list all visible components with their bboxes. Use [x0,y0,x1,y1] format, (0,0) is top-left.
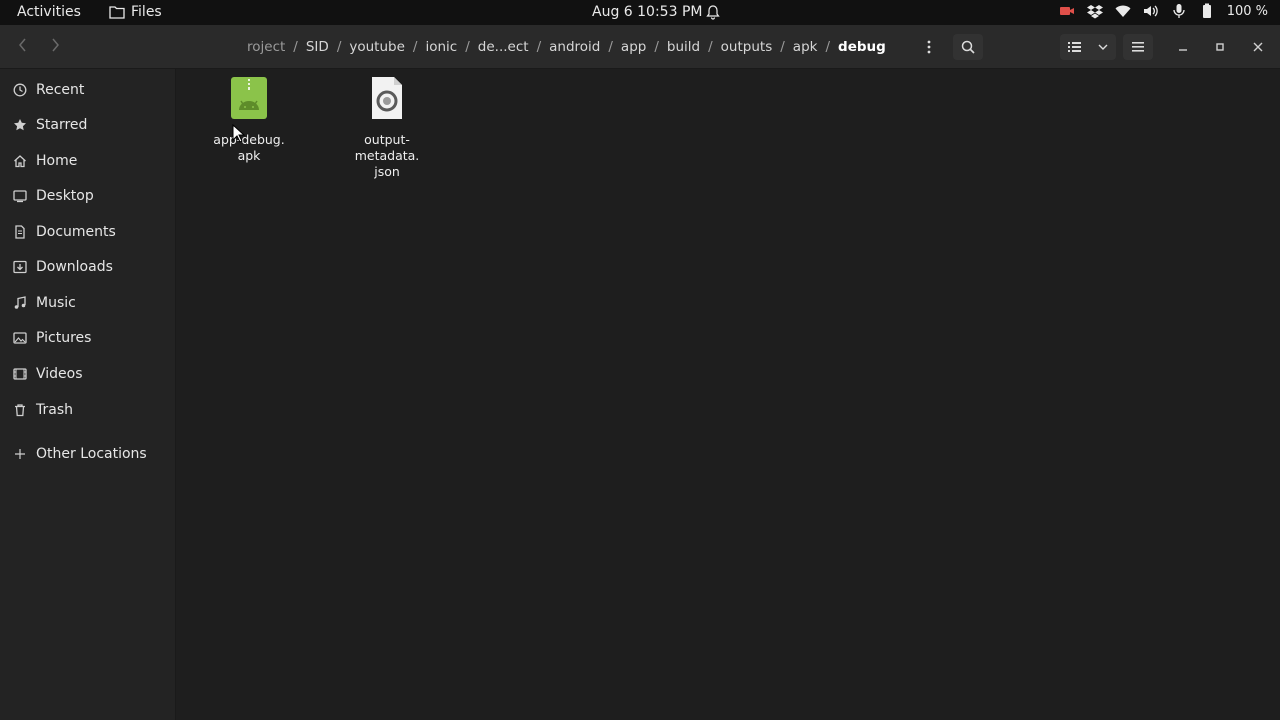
wifi-icon [1115,5,1131,17]
path-segment[interactable]: app [616,39,651,55]
microphone-icon [1173,4,1185,18]
header-bar: roject / SID / youtube / ionic / de...ect / androi… [0,25,1280,69]
path-segment[interactable]: roject [242,39,290,55]
system-top-bar: Activities Files Aug 6 10:53 PM 100 % [0,0,1280,25]
path-segment[interactable]: debug [833,39,891,55]
path-separator: / [708,39,713,55]
download-icon [12,259,28,275]
trash-icon [12,402,28,418]
sidebar-item-downloads[interactable]: Downloads [0,252,176,282]
chevron-right-icon [52,38,59,52]
file-name: output- metadata. json [354,132,420,179]
path-segment[interactable]: youtube [344,39,410,55]
apk-file-icon [231,77,267,119]
hamburger-icon [1132,42,1144,52]
maximize-button[interactable] [1211,38,1229,56]
sidebar-item-documents[interactable]: Documents [0,217,176,247]
video-icon [12,366,28,382]
path-segment[interactable]: android [544,39,605,55]
desktop-icon [12,188,28,204]
close-icon [1253,42,1263,52]
maximize-icon [1216,43,1224,51]
sidebar-item-label: Pictures [36,330,92,346]
minimize-icon [1179,49,1187,51]
mouse-cursor-icon [232,124,246,143]
screen-record-icon [1059,7,1074,15]
path-separator: / [536,39,542,55]
sidebar: Recent Starred Home Desktop Documents Do… [0,69,176,720]
sidebar-item-label: Music [36,295,76,311]
path-separator: / [780,39,785,55]
list-view-icon [1068,42,1082,52]
back-button[interactable] [12,37,34,57]
clock-icon [12,82,28,98]
file-view[interactable]: app-debug. apk output- metadata. json [177,69,1280,720]
sidebar-item-trash[interactable]: Trash [0,395,176,425]
sidebar-item-label: Documents [36,224,116,240]
path-separator: / [293,39,298,55]
activities-button[interactable]: Activities [17,4,81,20]
sidebar-item-music[interactable]: Music [0,288,176,318]
main-menu-button[interactable] [1123,34,1153,60]
sidebar-item-other-locations[interactable]: Other Locations [0,439,176,469]
path-separator: / [608,39,613,55]
sidebar-item-label: Home [36,153,78,169]
close-button[interactable] [1249,38,1267,56]
star-icon [12,117,28,133]
sidebar-item-recent[interactable]: Recent [0,75,176,105]
sidebar-item-desktop[interactable]: Desktop [0,181,176,211]
path-separator: / [654,39,659,55]
view-options-button[interactable] [1060,34,1116,60]
path-menu-button[interactable] [914,34,944,60]
sidebar-item-videos[interactable]: Videos [0,359,176,389]
alarm-bell-icon [706,5,720,20]
chevron-left-icon [19,38,26,52]
picture-icon [12,330,28,346]
json-file-icon [372,77,402,119]
path-separator: / [412,39,418,55]
dropbox-icon [1086,5,1103,19]
sidebar-item-label: Starred [36,117,88,133]
file-item-apk[interactable]: app-debug. apk [201,76,297,164]
forward-button[interactable] [44,37,66,57]
path-segment[interactable]: build [662,39,705,55]
system-tray[interactable]: 100 % [1059,3,1268,19]
volume-icon [1143,5,1158,17]
vertical-dots-icon [927,40,931,54]
clock[interactable]: Aug 6 10:53 PM [592,4,702,20]
battery-icon [1202,3,1211,18]
sidebar-item-label: Videos [36,366,83,382]
path-segment[interactable]: outputs [716,39,778,55]
sidebar-item-label: Trash [36,402,73,418]
chevron-down-icon [1098,44,1108,50]
sidebar-item-label: Desktop [36,188,94,204]
search-icon [961,40,975,54]
search-button[interactable] [953,34,983,60]
minimize-button[interactable] [1174,38,1192,56]
path-segment[interactable]: ionic [420,39,462,55]
folder-icon [109,6,125,19]
sidebar-item-home[interactable]: Home [0,146,176,176]
plus-icon [12,446,28,462]
app-menu[interactable]: Files [109,4,162,20]
home-icon [12,153,28,169]
path-segment[interactable]: de...ect [473,39,534,55]
file-item-json[interactable]: output- metadata. json [339,76,435,180]
document-icon [12,224,28,240]
app-name: Files [131,4,162,20]
music-icon [12,295,28,311]
path-bar: roject / SID / youtube / ionic / de...ect / androi… [242,33,942,61]
file-name: app-debug. apk [213,132,285,163]
path-separator: / [825,39,831,55]
path-segment[interactable]: SID [301,39,334,55]
sidebar-item-label: Recent [36,82,85,98]
path-separator: / [465,39,470,55]
battery-percentage: 100 % [1226,3,1268,19]
sidebar-item-starred[interactable]: Starred [0,110,176,140]
path-segment[interactable]: apk [788,39,823,55]
path-separator: / [336,39,342,55]
sidebar-item-label: Other Locations [36,446,147,462]
sidebar-item-label: Downloads [36,259,113,275]
sidebar-item-pictures[interactable]: Pictures [0,323,176,353]
